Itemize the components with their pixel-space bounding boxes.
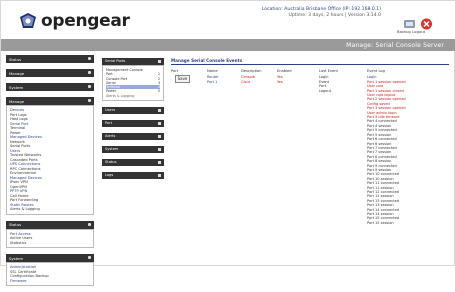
sidebar-section-label: Manage xyxy=(9,98,25,104)
event-log-entry: Port 3 session opened xyxy=(367,106,406,111)
submenu-item-value: 5 xyxy=(157,89,160,94)
submenu-bar-label: Status xyxy=(105,160,117,165)
submenu-bars: Users Port Alerts System Status Logs xyxy=(102,107,164,180)
submenu-header-label: Serial Ports xyxy=(105,59,126,64)
title-bar: Manage: Serial Console Server xyxy=(1,39,455,51)
submenu-bar-1[interactable]: Port xyxy=(102,120,164,128)
submenu-bar-label: System xyxy=(105,147,119,152)
sidebar-section-list: Port Access Active Users Statistics xyxy=(6,228,94,248)
chevron-icon xyxy=(88,99,91,102)
submenu-bar-label: Users xyxy=(105,108,116,113)
sidebar-section-4[interactable]: Status xyxy=(6,220,94,229)
backup-icon[interactable] xyxy=(403,15,416,28)
sidebar-section-label: Status xyxy=(9,222,22,227)
sidebar-item[interactable]: Statistics xyxy=(10,241,90,246)
chevron-icon xyxy=(158,160,161,164)
submenu-bar-5[interactable]: Logs xyxy=(102,172,164,180)
submenu-bar-4[interactable]: Status xyxy=(102,159,164,167)
logout-icon[interactable] xyxy=(420,15,433,30)
description-cell: Console Cisco xyxy=(241,75,255,84)
table-row: Save Router Port 1 Console Cisco Yes Yes Lo… xyxy=(171,73,449,253)
cell-line: Cisco xyxy=(241,79,251,84)
sidebar-section-label: Status xyxy=(9,56,22,62)
chevron-icon xyxy=(88,57,91,60)
chevron-icon xyxy=(158,134,161,138)
page-frame: opengear Location: Australia Brisbane Of… xyxy=(0,0,455,286)
sidebar-section-2[interactable]: System xyxy=(6,83,94,91)
sidebar-section-0[interactable]: Status xyxy=(6,55,94,63)
submenu-column: Serial Ports Management Console Port 1 Cons… xyxy=(102,58,164,183)
cell-line: Yes xyxy=(277,79,283,84)
main-panel: Manage Serial Console Events Port Name Des… xyxy=(171,58,449,253)
save-button[interactable]: Save xyxy=(175,75,190,84)
sidebar-section-1[interactable]: Manage xyxy=(6,69,94,77)
sidebar-section-5[interactable]: System xyxy=(6,254,94,262)
brand-name: opengear xyxy=(41,11,130,31)
header-icons xyxy=(403,15,433,30)
logo[interactable]: opengear xyxy=(19,11,130,31)
event-log-cell: Login Port 1 session opened User root Port … xyxy=(367,75,406,225)
chevron-icon xyxy=(88,85,91,88)
submenu-bar-2[interactable]: Alerts xyxy=(102,133,164,141)
submenu-bar-label: Logs xyxy=(105,173,114,178)
sidebar-section-3[interactable]: Manage xyxy=(6,97,94,105)
submenu-item[interactable]: Alerts & Logging xyxy=(106,94,160,98)
submenu-header[interactable]: Serial Ports xyxy=(102,58,164,65)
cell-line: Port 1 xyxy=(207,79,218,84)
chevron-icon xyxy=(158,173,161,177)
cell-line: Logout xyxy=(319,88,331,93)
page-title: Manage: Serial Console Server xyxy=(346,42,444,49)
submenu-bar-label: Alerts xyxy=(105,134,116,139)
chevron-icon xyxy=(158,108,161,112)
chevron-icon xyxy=(158,147,161,151)
chevron-icon xyxy=(158,59,161,63)
submenu-bar-0[interactable]: Users xyxy=(102,107,164,115)
device-name-cell[interactable]: Router Port 1 xyxy=(207,75,219,84)
sidebar-item[interactable]: Alerts & Logging xyxy=(10,207,90,212)
sidebar-section-label: System xyxy=(9,84,24,90)
submenu-bar-label: Port xyxy=(105,121,113,126)
header: opengear Location: Australia Brisbane Of… xyxy=(1,1,455,39)
submenu-list: Management Console Port 1 Console Port 2 Seri… xyxy=(102,65,164,102)
header-icon-caption: Backup Logout xyxy=(397,29,426,34)
main-title: Manage Serial Console Events xyxy=(171,58,449,65)
chevron-icon xyxy=(88,222,91,226)
sidebar-section-list: Devices Port Logs Host Logs Serial Port Term… xyxy=(6,105,94,215)
sidebar: Status Manage System Manage Devices Port Logs… xyxy=(6,55,94,292)
sidebar-item[interactable]: Firmware xyxy=(10,279,90,284)
submenu-bar-3[interactable]: System xyxy=(102,146,164,154)
last-event-cell: Login Event Port Logout xyxy=(319,75,331,93)
sidebar-section-label: Manage xyxy=(9,70,25,76)
header-info: Location: Australia Brisbane Office (IP:… xyxy=(231,7,381,18)
sidebar-section-label: System xyxy=(9,255,24,261)
chevron-icon xyxy=(88,256,91,259)
submenu-item-label: Alerts & Logging xyxy=(106,93,135,98)
event-log-entry: Port 15 session xyxy=(367,220,394,225)
enabled-cell: Yes Yes xyxy=(277,75,283,84)
chevron-icon xyxy=(158,121,161,125)
chevron-icon xyxy=(88,71,91,74)
opengear-logo-icon xyxy=(19,13,37,29)
header-line-2: Uptime: 3 days, 2 hours | Version 3.14.0 xyxy=(288,12,381,18)
